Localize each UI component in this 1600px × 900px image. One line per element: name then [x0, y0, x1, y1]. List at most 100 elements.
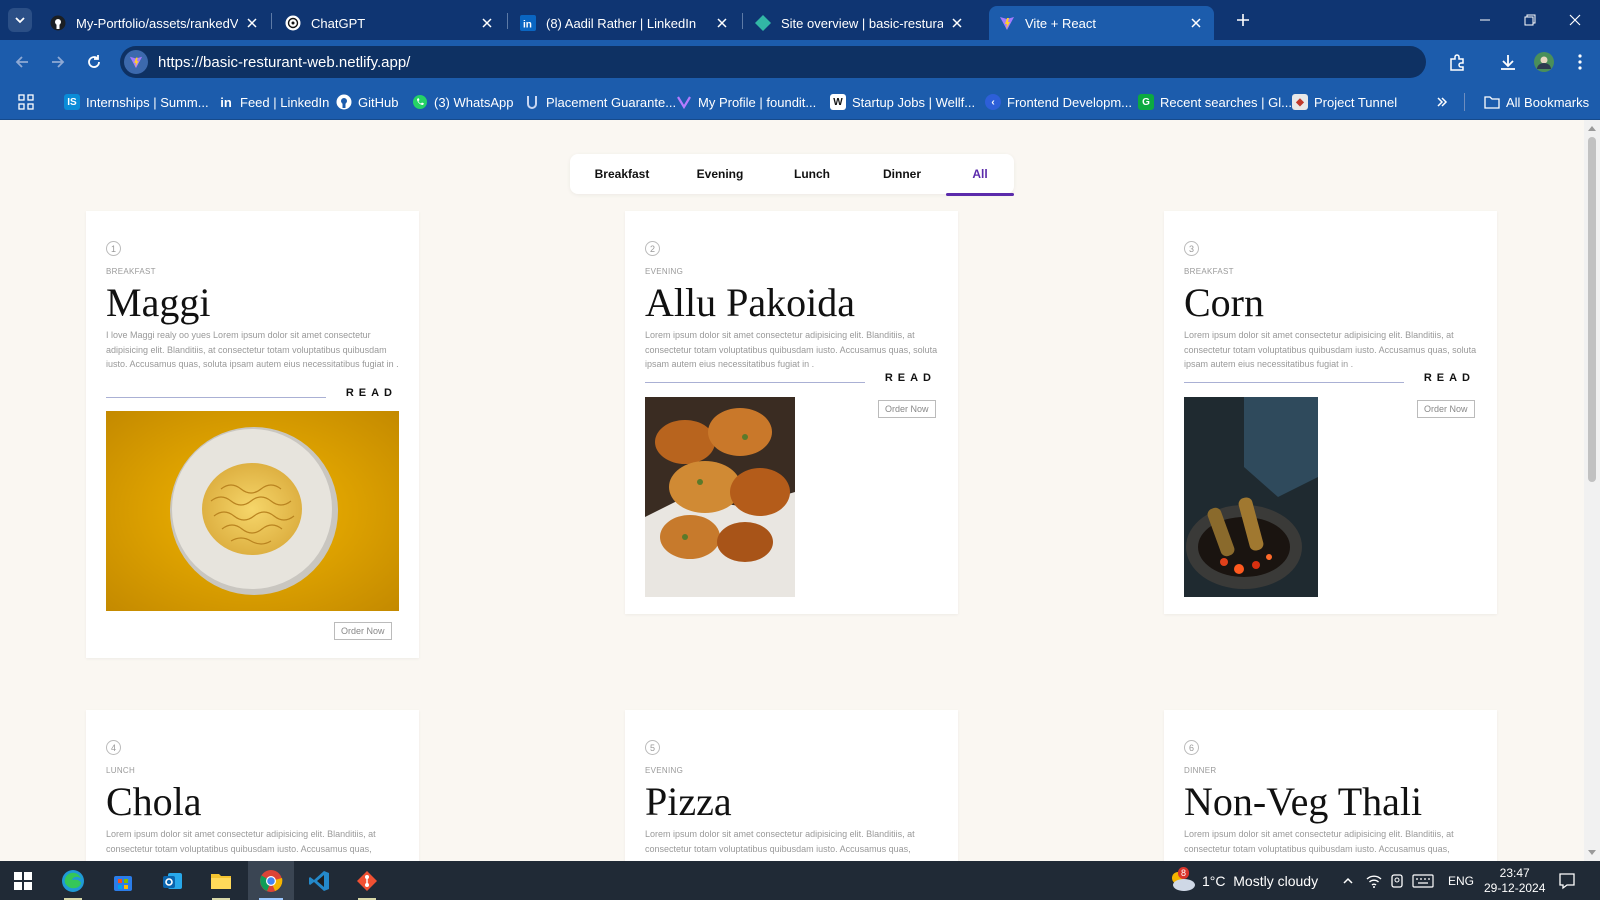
card-title: Allu Pakoida — [645, 280, 855, 325]
card-description: Lorem ipsum dolor sit amet consectetur a… — [645, 330, 938, 369]
read-link[interactable]: READ — [885, 372, 936, 384]
vscode-icon — [308, 870, 330, 892]
notifications-button[interactable] — [1558, 861, 1576, 900]
bookmark-item[interactable]: Placement Guarante... — [524, 92, 676, 112]
bookmark-label: Frontend Developm... — [1007, 94, 1133, 110]
divider — [106, 397, 326, 398]
order-now-button[interactable]: Order Now — [334, 622, 392, 640]
bookmark-item[interactable]: ‹ Frontend Developm... — [985, 92, 1132, 112]
url-input[interactable] — [158, 53, 1358, 71]
bookmark-item[interactable]: My Profile | foundit... — [676, 92, 816, 112]
close-window-button[interactable] — [1560, 8, 1590, 32]
divider — [1464, 93, 1465, 111]
bookmark-item[interactable]: in Feed | LinkedIn — [218, 92, 329, 112]
tab-search-button[interactable] — [8, 8, 32, 32]
close-icon[interactable] — [714, 15, 730, 31]
all-bookmarks-button[interactable]: All Bookmarks — [1484, 92, 1589, 112]
minimize-button[interactable] — [1470, 8, 1500, 32]
bookmark-item[interactable]: W Startup Jobs | Wellf... — [830, 92, 975, 112]
show-hidden-icons-button[interactable] — [1342, 861, 1354, 900]
card-category: EVENING — [645, 267, 684, 276]
reload-button[interactable] — [82, 50, 106, 74]
clock-date: 29-12-2024 — [1484, 880, 1546, 895]
scroll-down-icon[interactable] — [1588, 849, 1596, 857]
tab-title: ChatGPT — [311, 15, 366, 31]
card-number: 4 — [106, 740, 121, 755]
tab-title: Site overview | basic-resturant-w — [781, 15, 943, 31]
browser-tab[interactable]: Site overview | basic-resturant-w — [745, 6, 975, 40]
svg-text:in: in — [523, 20, 532, 31]
filter-tab-all[interactable]: All — [946, 154, 1014, 196]
taskbar-app[interactable] — [344, 861, 390, 900]
order-now-button[interactable]: Order Now — [878, 400, 936, 418]
more-bookmarks-button[interactable] — [1436, 92, 1448, 112]
filter-tab-lunch[interactable]: Lunch — [768, 154, 856, 194]
food-image-pakoda — [645, 397, 795, 597]
filter-tab-breakfast[interactable]: Breakfast — [578, 154, 666, 194]
filter-tab-dinner[interactable]: Dinner — [858, 154, 946, 194]
taskbar-app[interactable] — [100, 861, 146, 900]
bookmark-item[interactable]: G Recent searches | Gl... — [1138, 92, 1292, 112]
taskbar-app-active[interactable] — [248, 861, 294, 900]
more-vertical-icon — [1578, 54, 1582, 70]
wifi-status[interactable] — [1366, 861, 1382, 900]
download-icon — [1499, 53, 1517, 71]
profile-button[interactable] — [1532, 50, 1556, 74]
forward-button[interactable] — [46, 50, 70, 74]
restore-button[interactable] — [1515, 8, 1545, 32]
clock-time: 23:47 — [1499, 865, 1530, 880]
whatsapp-icon — [412, 94, 428, 110]
extensions-button[interactable] — [1445, 50, 1469, 74]
camera-status[interactable] — [1390, 861, 1404, 900]
new-tab-button[interactable] — [1228, 8, 1258, 32]
close-icon[interactable] — [244, 15, 260, 31]
git-icon — [356, 870, 378, 892]
taskbar-app[interactable] — [296, 861, 342, 900]
bookmark-item[interactable]: IS Internships | Summ... — [64, 92, 209, 112]
card-number: 3 — [1184, 241, 1199, 256]
browser-tab[interactable]: My-Portfolio/assets/rankedVote — [40, 6, 270, 40]
browser-tab[interactable]: ChatGPT — [275, 6, 505, 40]
scrollbar-thumb[interactable] — [1588, 137, 1596, 482]
notification-badge: 8 — [1178, 866, 1190, 879]
browser-menu-button[interactable] — [1568, 50, 1592, 74]
browser-tab-active[interactable]: Vite + React — [989, 6, 1214, 40]
downloads-button[interactable] — [1496, 50, 1520, 74]
plus-icon — [1236, 13, 1250, 27]
taskbar-app[interactable] — [150, 861, 196, 900]
close-icon[interactable] — [479, 15, 495, 31]
filter-tab-evening[interactable]: Evening — [676, 154, 764, 194]
card-title: Chola — [106, 779, 202, 824]
card-title: Corn — [1184, 280, 1264, 325]
apps-button[interactable] — [18, 92, 34, 112]
folder-icon — [1484, 94, 1500, 110]
bookmark-label: Internships | Summ... — [86, 94, 209, 110]
weather-widget[interactable]: 8 1°C Mostly cloudy — [1168, 861, 1318, 900]
bookmark-label: All Bookmarks — [1506, 94, 1590, 110]
close-icon[interactable] — [1188, 15, 1204, 31]
scroll-up-icon[interactable] — [1588, 124, 1596, 132]
page-scrollbar[interactable] — [1584, 120, 1600, 861]
read-link[interactable]: READ — [1424, 372, 1475, 384]
read-link[interactable]: READ — [346, 387, 397, 399]
close-icon[interactable] — [949, 15, 965, 31]
clock[interactable]: 23:47 29-12-2024 — [1484, 861, 1545, 900]
bookmark-item[interactable]: ◆ Project Tunnel — [1292, 92, 1397, 112]
language-indicator[interactable]: ENG — [1448, 861, 1474, 900]
order-now-button[interactable]: Order Now — [1417, 400, 1475, 418]
browser-tab[interactable]: in (8) Aadil Rather | LinkedIn — [510, 6, 740, 40]
bookmark-label: Project Tunnel — [1314, 94, 1398, 110]
card-number: 2 — [645, 241, 660, 256]
bookmark-item[interactable]: (3) WhatsApp — [412, 92, 513, 112]
bookmark-label: Feed | LinkedIn — [240, 94, 330, 110]
bookmark-item[interactable]: GitHub — [336, 92, 398, 112]
back-button[interactable] — [10, 50, 34, 74]
taskbar-app[interactable] — [198, 861, 244, 900]
glassdoor-icon: G — [1138, 94, 1154, 110]
tab-separator — [507, 13, 508, 29]
taskbar-app[interactable] — [50, 861, 96, 900]
windows-start-button[interactable] — [0, 861, 46, 900]
card-category: BREAKFAST — [106, 267, 156, 276]
address-bar[interactable] — [120, 46, 1426, 78]
keyboard-status[interactable] — [1412, 861, 1434, 900]
